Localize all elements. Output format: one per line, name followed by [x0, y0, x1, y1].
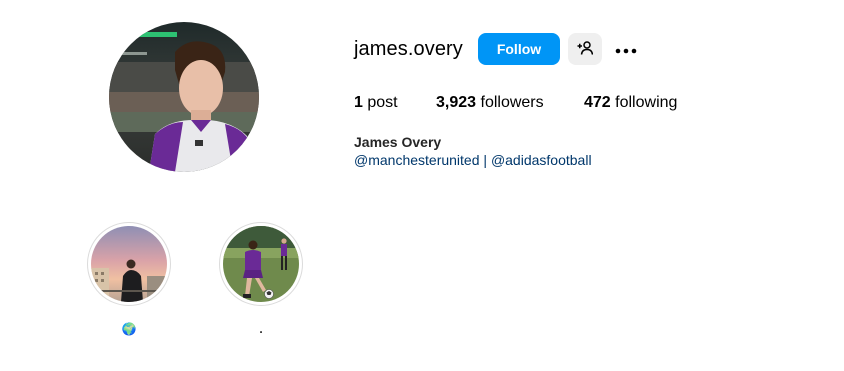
profile-avatar[interactable] [109, 22, 259, 172]
more-horizontal-icon [614, 42, 638, 57]
stat-posts: 1 post [354, 94, 398, 112]
stat-following-link[interactable]: 472 following [584, 94, 677, 112]
following-label: following [615, 94, 678, 111]
person-plus-icon [577, 40, 594, 59]
mention-link-manchesterunited[interactable]: @manchesterunited [354, 152, 480, 168]
sunset-balcony-photo [91, 226, 167, 302]
story-highlight-2[interactable]: . [218, 222, 304, 336]
followers-count: 3,923 [436, 94, 477, 111]
profile-username: james.overy [354, 38, 463, 60]
follow-button[interactable]: Follow [478, 33, 560, 65]
highlight-label-2: . [259, 322, 263, 336]
profile-page: james.overy Follow 1 post 3,923 follower… [0, 0, 844, 371]
profile-photo-image [109, 22, 259, 172]
story-highlight-1[interactable]: 🌍 [86, 222, 172, 336]
posts-label: post [367, 94, 398, 111]
followers-label: followers [480, 94, 544, 111]
stat-followers-link[interactable]: 3,923 followers [436, 94, 544, 112]
more-options-button[interactable] [612, 38, 640, 60]
suggested-accounts-button[interactable] [568, 33, 602, 65]
following-count: 472 [584, 94, 611, 111]
profile-full-name: James Overy [354, 134, 442, 150]
highlight-ring [219, 222, 303, 306]
bio-separator: | [483, 152, 488, 168]
posts-count: 1 [354, 94, 363, 111]
highlight-ring [87, 222, 171, 306]
football-training-photo [223, 226, 299, 302]
mention-link-adidasfootball[interactable]: @adidasfootball [491, 152, 592, 168]
bio-mentions: @manchesterunited | @adidasfootball [354, 152, 592, 168]
highlight-label-1: 🌍 [121, 322, 137, 336]
